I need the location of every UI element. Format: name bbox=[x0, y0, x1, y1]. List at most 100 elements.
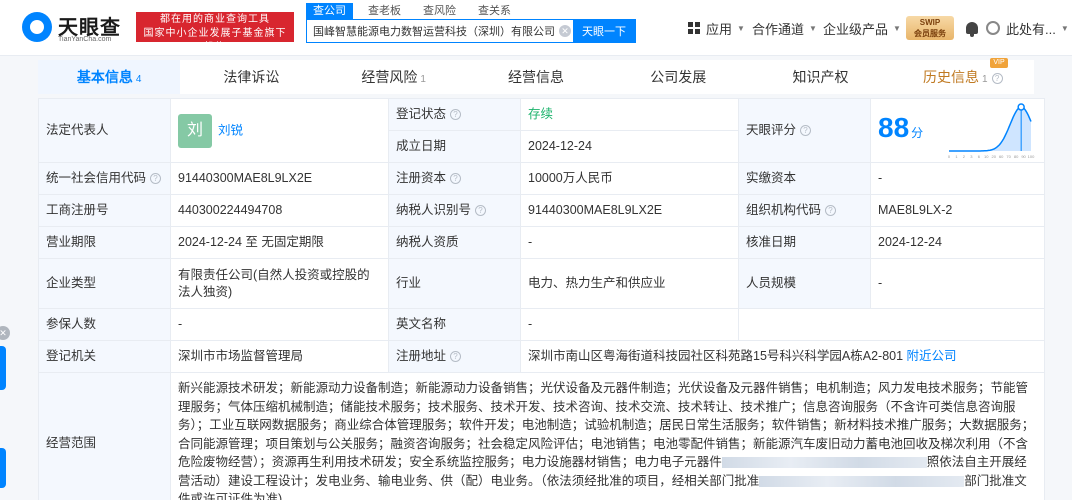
close-float-icon[interactable]: ✕ bbox=[0, 326, 10, 340]
promo-line-1: 都在用的商业查询工具 bbox=[160, 14, 270, 25]
address-value: 深圳市南山区粤海街道科技园社区科苑路15号科兴科学园A栋A2-801 bbox=[528, 349, 904, 363]
blurred-text bbox=[721, 457, 927, 469]
search-tab-company[interactable]: 查公司 bbox=[306, 3, 353, 19]
nav-apps[interactable]: 应用 ▼ bbox=[688, 16, 745, 40]
promo-banner[interactable]: 都在用的商业查询工具 国家中小企业发展子基金旗下机构 bbox=[136, 12, 294, 53]
tab-label: 公司发展 bbox=[650, 69, 707, 85]
reg-status-value: 存续 bbox=[520, 98, 739, 131]
score-axis-tick: 90 bbox=[1021, 154, 1026, 159]
score-axis-tick: 80 bbox=[1014, 154, 1019, 159]
biz-reg-no-value: 440300224494708 bbox=[170, 194, 389, 227]
vip-badge: VIP bbox=[990, 58, 1008, 68]
help-icon[interactable]: ? bbox=[991, 73, 1003, 84]
table-row: 工商注册号 440300224494708 纳税人识别号? 91440300MA… bbox=[38, 194, 1045, 227]
approve-date-label: 核准日期 bbox=[738, 226, 871, 259]
nav-user[interactable]: 此处有... ▼ bbox=[1006, 16, 1069, 40]
help-icon[interactable]: ? bbox=[800, 125, 812, 136]
biz-reg-no-label: 工商注册号 bbox=[38, 194, 171, 227]
apps-grid-icon bbox=[688, 22, 700, 34]
legal-rep-link[interactable]: 刘锐 bbox=[218, 123, 243, 137]
paid-capital-value: - bbox=[870, 162, 1045, 195]
company-type-label: 企业类型 bbox=[38, 258, 171, 309]
org-code-label: 组织机构代码 bbox=[746, 203, 822, 217]
tab-label: 知识产权 bbox=[792, 69, 849, 85]
score-axis-tick: 10 bbox=[984, 154, 989, 159]
tab-development[interactable]: 公司发展 bbox=[607, 60, 749, 94]
insured-value: - bbox=[170, 308, 389, 341]
nearby-companies-link[interactable]: 附近公司 bbox=[907, 349, 957, 363]
score-axis-tick: 0 bbox=[948, 154, 951, 159]
tab-legal[interactable]: 法律诉讼 bbox=[180, 60, 322, 94]
tab-label: 经营风险 bbox=[361, 69, 418, 85]
term-label: 营业期限 bbox=[38, 226, 171, 259]
reg-capital-label: 注册资本 bbox=[396, 171, 447, 185]
help-icon[interactable]: ? bbox=[150, 173, 162, 184]
svip-member-button[interactable]: SWIP 会员服务 bbox=[906, 16, 954, 40]
help-icon[interactable]: ? bbox=[825, 205, 837, 216]
svip-label: SWIP bbox=[919, 18, 941, 27]
user-avatar-icon[interactable] bbox=[986, 21, 1000, 35]
basic-info-table: 法定代表人 刘刘锐 登记状态? 存续 天眼评分? 88 分 0 1 2 3 6 10 20 60… bbox=[38, 98, 1045, 500]
search-tab-risk[interactable]: 查风险 bbox=[416, 3, 463, 19]
authority-label: 登记机关 bbox=[38, 340, 171, 373]
score-cell[interactable]: 88 分 0 1 2 3 6 10 20 60 70 80 90 100 bbox=[870, 98, 1045, 163]
tab-basic-info[interactable]: 基本信息 4 bbox=[38, 60, 181, 94]
taxpayer-id-value: 91440300MAE8L9LX2E bbox=[520, 194, 739, 227]
chevron-down-icon: ▼ bbox=[809, 23, 817, 33]
search-tab-boss[interactable]: 查老板 bbox=[361, 3, 408, 19]
table-row: 法定代表人 刘刘锐 登记状态? 存续 天眼评分? 88 分 0 1 2 3 6 10 20 60… bbox=[38, 98, 1045, 163]
search-type-tabs: 查公司 查老板 查风险 查关系 bbox=[306, 3, 526, 19]
search-tab-relation[interactable]: 查关系 bbox=[471, 3, 518, 19]
est-date-value: 2024-12-24 bbox=[520, 130, 739, 163]
company-tabs: 基本信息 4 法律诉讼 经营风险 1 经营信息 公司发展 知识产权 历史信息 1? bbox=[38, 60, 1034, 94]
address-label-cell: 注册地址? bbox=[388, 340, 521, 373]
reg-capital-label-cell: 注册资本? bbox=[388, 162, 521, 195]
side-float-panel[interactable] bbox=[0, 346, 6, 390]
search-button[interactable]: 天眼一下 bbox=[573, 20, 635, 42]
nav-channel[interactable]: 合作通道 ▼ bbox=[752, 16, 817, 40]
legal-rep-avatar[interactable]: 刘 bbox=[178, 113, 212, 148]
table-row: 经营范围 新兴能源技术研发；新能源动力设备制造；新能源动力设备销售；光伏设备及元… bbox=[38, 372, 1045, 500]
tab-ip[interactable]: 知识产权 bbox=[749, 60, 891, 94]
address-cell: 深圳市南山区粤海街道科技园社区科苑路15号科兴科学园A栋A2-801 附近公司 bbox=[520, 340, 1045, 373]
tab-history[interactable]: 历史信息 1? bbox=[892, 60, 1034, 94]
score-axis-tick: 70 bbox=[1006, 154, 1011, 159]
nav-enterprise[interactable]: 企业级产品 ▼ bbox=[823, 16, 901, 40]
staff-size-label: 人员规模 bbox=[738, 258, 871, 309]
industry-label: 行业 bbox=[388, 258, 521, 309]
approve-date-value: 2024-12-24 bbox=[870, 226, 1045, 259]
help-icon[interactable]: ? bbox=[450, 173, 462, 184]
help-icon[interactable]: ? bbox=[450, 109, 462, 120]
search-input[interactable] bbox=[307, 20, 577, 42]
en-name-label: 英文名称 bbox=[388, 308, 521, 341]
score-value: 88 bbox=[878, 112, 910, 143]
nav-channel-label: 合作通道 bbox=[752, 21, 805, 37]
clear-search-icon[interactable]: ✕ bbox=[559, 25, 571, 37]
legal-rep-label: 法定代表人 bbox=[38, 98, 171, 163]
paid-capital-label: 实缴资本 bbox=[738, 162, 871, 195]
help-icon[interactable]: ? bbox=[450, 351, 462, 362]
authority-value: 深圳市市场监督管理局 bbox=[170, 340, 389, 373]
scope-cell: 新兴能源技术研发；新能源动力设备制造；新能源动力设备销售；光伏设备及元器件制造；… bbox=[170, 372, 1045, 500]
tianyancha-logo[interactable]: 天眼查 TianYanCha.com bbox=[22, 10, 130, 46]
side-float-panel[interactable] bbox=[0, 448, 6, 488]
table-row: 参保人数 - 英文名称 - bbox=[38, 308, 1045, 341]
tab-count: 4 bbox=[135, 74, 142, 85]
en-name-value: - bbox=[520, 308, 739, 341]
reg-status-label: 登记状态 bbox=[396, 107, 447, 121]
tab-label: 经营信息 bbox=[507, 69, 564, 85]
help-icon[interactable]: ? bbox=[475, 205, 487, 216]
score-axis-ticks: 0 1 2 3 6 10 20 60 70 80 90 100 bbox=[948, 154, 1035, 159]
score-unit: 分 bbox=[911, 126, 924, 140]
legal-rep-cell: 刘刘锐 bbox=[170, 98, 389, 163]
org-code-label-cell: 组织机构代码? bbox=[738, 194, 871, 227]
tab-operations[interactable]: 经营信息 bbox=[465, 60, 607, 94]
term-value: 2024-12-24 至 无固定期限 bbox=[170, 226, 389, 259]
chevron-down-icon: ▼ bbox=[737, 23, 745, 33]
bell-icon[interactable] bbox=[966, 22, 978, 37]
tab-risk[interactable]: 经营风险 1 bbox=[323, 60, 465, 94]
logo-subtext: TianYanCha.com bbox=[58, 36, 112, 43]
score-axis-tick: 100 bbox=[1028, 154, 1035, 159]
table-row: 企业类型 有限责任公司(自然人投资或控股的法人独资) 行业 电力、热力生产和供应… bbox=[38, 258, 1045, 309]
score-marker-point bbox=[1017, 103, 1025, 111]
